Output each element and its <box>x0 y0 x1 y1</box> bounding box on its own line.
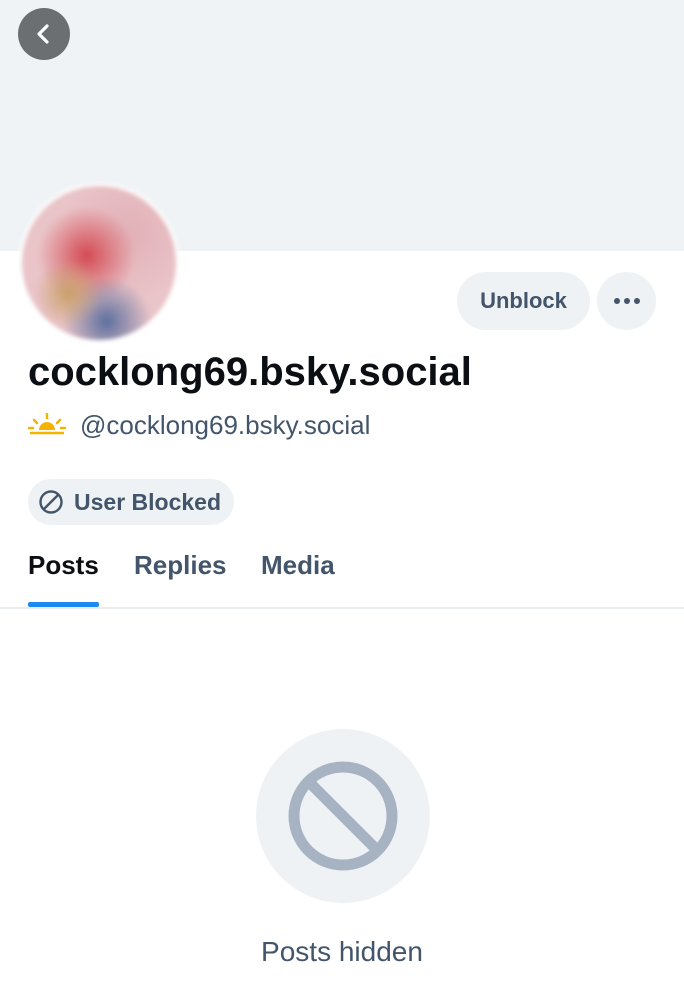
display-name: cocklong69.bsky.social <box>28 350 472 394</box>
handle-row: @cocklong69.bsky.social <box>28 408 370 442</box>
tab-media[interactable]: Media <box>261 550 335 581</box>
unblock-button[interactable]: Unblock <box>457 272 590 330</box>
block-icon <box>288 761 398 871</box>
avatar[interactable] <box>19 183 179 343</box>
tab-replies[interactable]: Replies <box>134 550 227 581</box>
profile-tabs: Posts Replies Media <box>0 540 684 609</box>
block-icon <box>39 490 63 514</box>
more-options-button[interactable] <box>597 272 656 330</box>
user-blocked-label: User Blocked <box>74 488 222 515</box>
tab-posts[interactable]: Posts <box>28 550 99 581</box>
posts-hidden-message: Posts hidden <box>261 936 423 967</box>
ellipsis-icon <box>613 298 640 304</box>
user-blocked-badge: User Blocked <box>28 479 234 525</box>
posts-hidden-icon-circle <box>256 729 430 903</box>
active-tab-indicator <box>28 602 99 607</box>
chevron-left-icon <box>37 24 49 44</box>
back-button[interactable] <box>18 8 70 60</box>
sun-rising-icon <box>28 413 66 435</box>
handle: @cocklong69.bsky.social <box>80 409 371 440</box>
